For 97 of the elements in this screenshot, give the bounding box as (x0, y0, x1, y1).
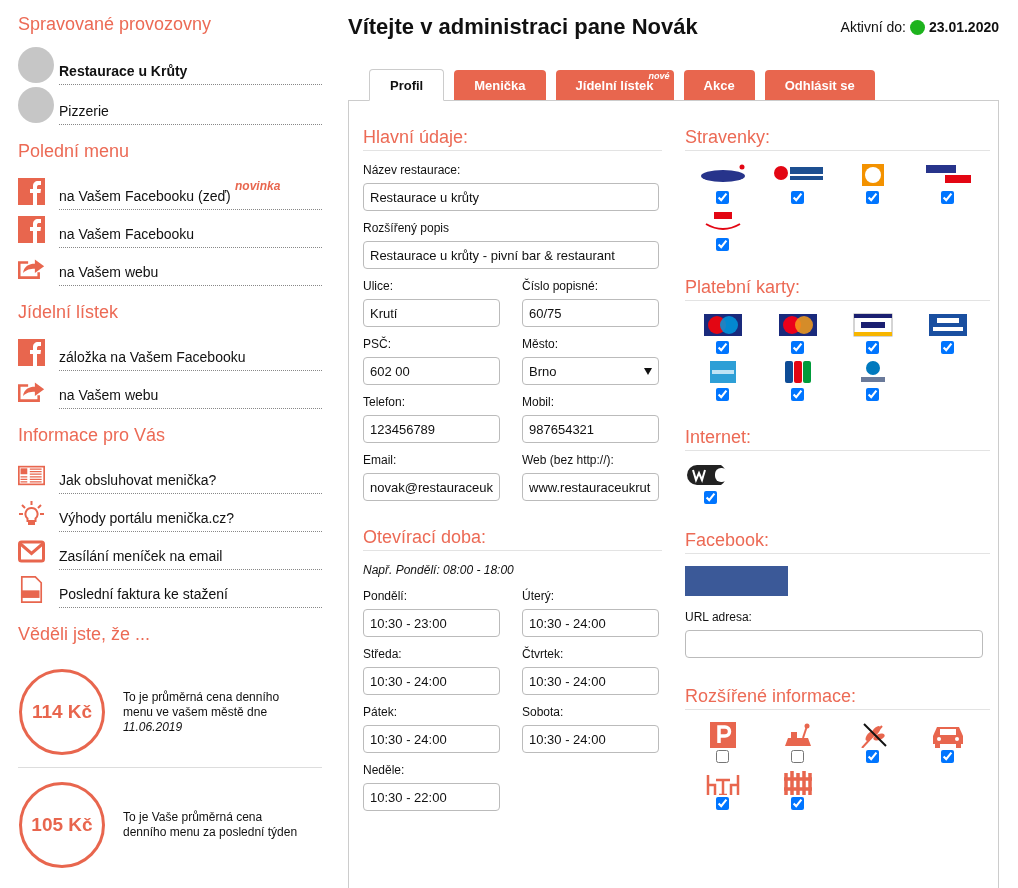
field-label: Mobil: (522, 395, 555, 409)
field-label: Neděle: (363, 763, 406, 777)
checkbox[interactable] (791, 341, 804, 354)
price-circle: 114 Kč (19, 669, 105, 755)
input-field[interactable]: Restaurace u krůty (363, 183, 659, 211)
section-heading: Informace pro Vás (18, 425, 167, 446)
section-heading: Jídelní lístek (18, 302, 120, 323)
field-label: PSČ: (363, 337, 392, 351)
tab[interactable]: Profil (369, 69, 445, 101)
section-heading: Stravenky: (685, 127, 990, 151)
sidebar-link[interactable]: na Vašem Facebooku (59, 226, 195, 242)
input-field[interactable]: 10:30 - 24:00 (522, 725, 659, 753)
logo-icon (685, 566, 788, 596)
checkbox[interactable] (791, 750, 804, 763)
input-field[interactable]: 10:30 - 24:00 (363, 725, 500, 753)
checkbox[interactable] (716, 191, 729, 204)
field-label: Email: (363, 453, 398, 467)
section-heading: Věděli jste, že ... (18, 624, 152, 645)
section-heading: Polední menu (18, 141, 131, 162)
input-field[interactable]: 10:30 - 22:00 (363, 783, 500, 811)
checkbox[interactable] (716, 797, 729, 810)
field-label: Web (bez http://): (522, 453, 615, 467)
section-heading: Platební karty: (685, 277, 990, 301)
lightbulb-icon (18, 499, 45, 527)
active-date: 23.01.2020 (928, 19, 999, 35)
input-field[interactable]: 10:30 - 24:00 (522, 667, 659, 695)
establishment-link[interactable]: Pizzerie (59, 94, 322, 125)
fact-text: To je průměrná cena denního menu ve vašem městě dne 11.06.2019 (123, 689, 281, 735)
checkbox[interactable] (941, 341, 954, 354)
active-label: Aktivní do: (840, 19, 906, 35)
input-field[interactable]: 602 00 (363, 357, 500, 385)
avatar (18, 47, 54, 83)
field-label: Čtvrtek: (522, 647, 565, 661)
sidebar-link[interactable]: Jak obsluhovat menička? (59, 472, 217, 488)
checkbox[interactable] (703, 491, 717, 504)
section-heading: Hlavní údaje: (363, 127, 662, 151)
field-label: Telefon: (363, 395, 407, 409)
pdf-file-icon (18, 575, 45, 603)
field-label: Sobota: (522, 705, 565, 719)
input-field[interactable]: 123456789 (363, 415, 500, 443)
input-field[interactable]: 10:30 - 24:00 (363, 667, 500, 695)
establishment-link[interactable]: Restaurace u Krůty (59, 54, 322, 85)
social-icon (18, 338, 45, 366)
checkbox[interactable] (791, 388, 804, 401)
price-circle: 105 Kč (19, 782, 105, 868)
checkbox[interactable] (791, 797, 804, 810)
fact-text: To je Vaše průměrná cena denního menu za poslední týden (123, 810, 299, 840)
sidebar-link[interactable]: Výhody portálu menička.cz? (59, 510, 235, 526)
url-field[interactable] (685, 630, 983, 658)
checkbox[interactable] (866, 750, 879, 763)
sidebar-link[interactable]: Poslední faktura ke stažení (59, 586, 228, 602)
new-label: novinka (235, 179, 281, 193)
sidebar-link[interactable]: na Vašem webu (59, 264, 159, 280)
checkbox[interactable] (716, 750, 729, 763)
section-heading: Otevírací doba: (363, 527, 662, 551)
field-label: Pondělí: (363, 589, 409, 603)
checkbox[interactable] (866, 388, 879, 401)
section-heading: Spravované provozovny (18, 14, 213, 35)
input-field[interactable]: 10:30 - 24:00 (522, 609, 659, 637)
input-field[interactable]: www.restauraceukrut (522, 473, 659, 501)
field-label: Rozšířený popis (363, 221, 451, 235)
checkbox[interactable] (716, 238, 729, 251)
checkbox[interactable] (716, 341, 729, 354)
field-label: Číslo popisné: (522, 279, 600, 293)
input-field[interactable]: 10:30 - 23:00 (363, 609, 500, 637)
sidebar-link[interactable]: na Vašem Facebooku (zeď) (59, 188, 231, 204)
checkbox[interactable] (866, 191, 879, 204)
page-title: Vítejte v administraci pane Novák (348, 14, 698, 40)
caret-icon (644, 367, 652, 375)
input-field[interactable]: novak@restauraceuk (363, 473, 500, 501)
sidebar-link[interactable]: Zasílání meníček na email (59, 548, 223, 564)
dropdown[interactable]: Brno (522, 357, 659, 385)
field-label: URL adresa: (685, 610, 753, 624)
input-field[interactable]: 60/75 (522, 299, 659, 327)
sidebar-link[interactable]: na Vašem webu (59, 387, 159, 403)
section-heading: Facebook: (685, 530, 990, 554)
field-label: Pátek: (363, 705, 399, 719)
hint-text: Např. Pondělí: 08:00 - 18:00 (363, 563, 515, 577)
field-label: Úterý: (522, 589, 555, 603)
checkbox[interactable] (716, 388, 729, 401)
checkbox[interactable] (941, 750, 954, 763)
checkbox[interactable] (941, 191, 954, 204)
input-field[interactable]: 987654321 (522, 415, 659, 443)
field-label: Název restaurace: (363, 163, 462, 177)
social-icon (18, 215, 45, 243)
field-label: Středa: (363, 647, 403, 661)
section-heading: Internet: (685, 427, 990, 451)
input-field[interactable]: Krutí (363, 299, 500, 327)
checkbox[interactable] (866, 341, 879, 354)
social-icon (18, 177, 45, 205)
avatar (18, 87, 54, 123)
checkbox[interactable] (791, 191, 804, 204)
input-field[interactable]: Restaurace u krůty - pivní bar & restaurant (363, 241, 659, 269)
sidebar-link[interactable]: záložka na Vašem Facebooku (59, 349, 246, 365)
field-label: Město: (522, 337, 559, 351)
field-label: Ulice: (363, 279, 394, 293)
section-heading: Rozšířené informace: (685, 686, 990, 710)
